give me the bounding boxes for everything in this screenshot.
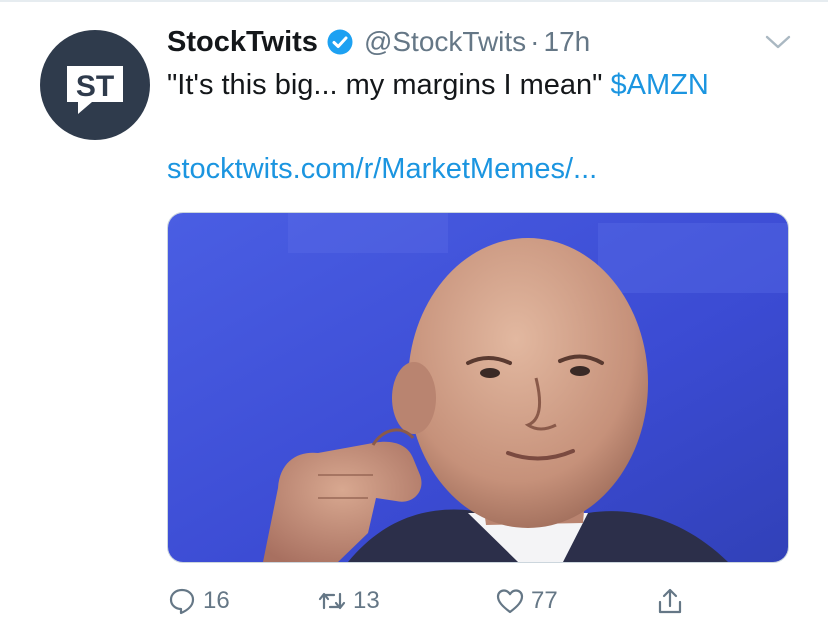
- share-button[interactable]: [655, 583, 685, 619]
- reply-count: 16: [203, 587, 230, 614]
- stocktwits-logo-icon: ST: [67, 66, 123, 114]
- verified-badge-icon: [326, 28, 354, 56]
- retweet-count: 13: [353, 587, 380, 614]
- separator-dot: ·: [530, 26, 540, 57]
- retweet-icon: [318, 592, 346, 610]
- top-divider: [0, 0, 828, 2]
- tweet-timestamp[interactable]: 17h: [544, 26, 591, 58]
- tweet-photo[interactable]: [167, 212, 789, 563]
- like-count: 77: [531, 587, 558, 614]
- tweet-header: StockTwits @StockTwits · 17h: [167, 22, 590, 62]
- author-handle[interactable]: @StockTwits: [364, 26, 526, 58]
- author-name[interactable]: StockTwits: [167, 26, 318, 59]
- avatar-text: ST: [76, 70, 114, 103]
- chevron-down-icon[interactable]: [764, 32, 792, 52]
- like-button[interactable]: 77: [495, 583, 558, 619]
- cashtag-link[interactable]: $AMZN: [610, 69, 708, 101]
- tweet-actions: 16 13 77: [167, 583, 727, 623]
- photo-illustration: [168, 213, 788, 562]
- tweet-url-link[interactable]: stocktwits.com/r/MarketMemes/...: [167, 150, 597, 188]
- heart-icon: [496, 589, 524, 614]
- reply-icon: [169, 588, 195, 615]
- tweet-text: "It's this big... my margins I mean" $AMZ…: [167, 66, 709, 104]
- avatar[interactable]: ST: [40, 30, 150, 140]
- tweet-quote: "It's this big... my margins I mean": [167, 69, 603, 101]
- share-icon: [658, 588, 682, 614]
- reply-button[interactable]: 16: [167, 583, 230, 619]
- retweet-button[interactable]: 13: [317, 583, 380, 619]
